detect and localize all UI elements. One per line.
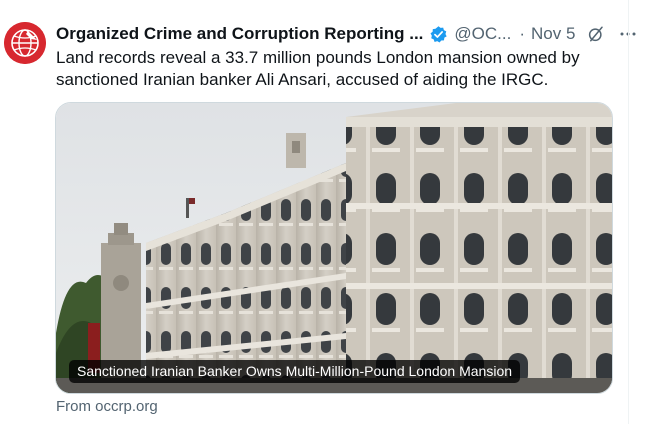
link-card[interactable]: Sanctioned Iranian Banker Owns Multi-Mil… [55,102,613,394]
verified-badge-icon[interactable] [429,25,448,44]
building-photo[interactable] [56,103,612,393]
tweet-header: Organized Crime and Corruption Reporting… [56,22,636,46]
tweet-text: Land records reveal a 33.7 million pound… [56,48,580,89]
grok-icon[interactable] [587,25,605,43]
globe-logo-icon [4,22,46,64]
column-divider [628,0,629,424]
separator-dot: · [519,24,526,43]
card-title[interactable]: Sanctioned Iranian Banker Owns Multi-Mil… [69,360,521,383]
tweet[interactable]: Organized Crime and Corruption Reporting… [0,0,636,424]
tweet-date[interactable]: Nov 5 [531,24,575,44]
card-source[interactable]: From occrp.org [56,398,158,415]
avatar[interactable] [4,22,46,64]
author-handle[interactable]: @OC... [454,24,511,44]
author-name[interactable]: Organized Crime and Corruption Reporting… [56,24,423,44]
